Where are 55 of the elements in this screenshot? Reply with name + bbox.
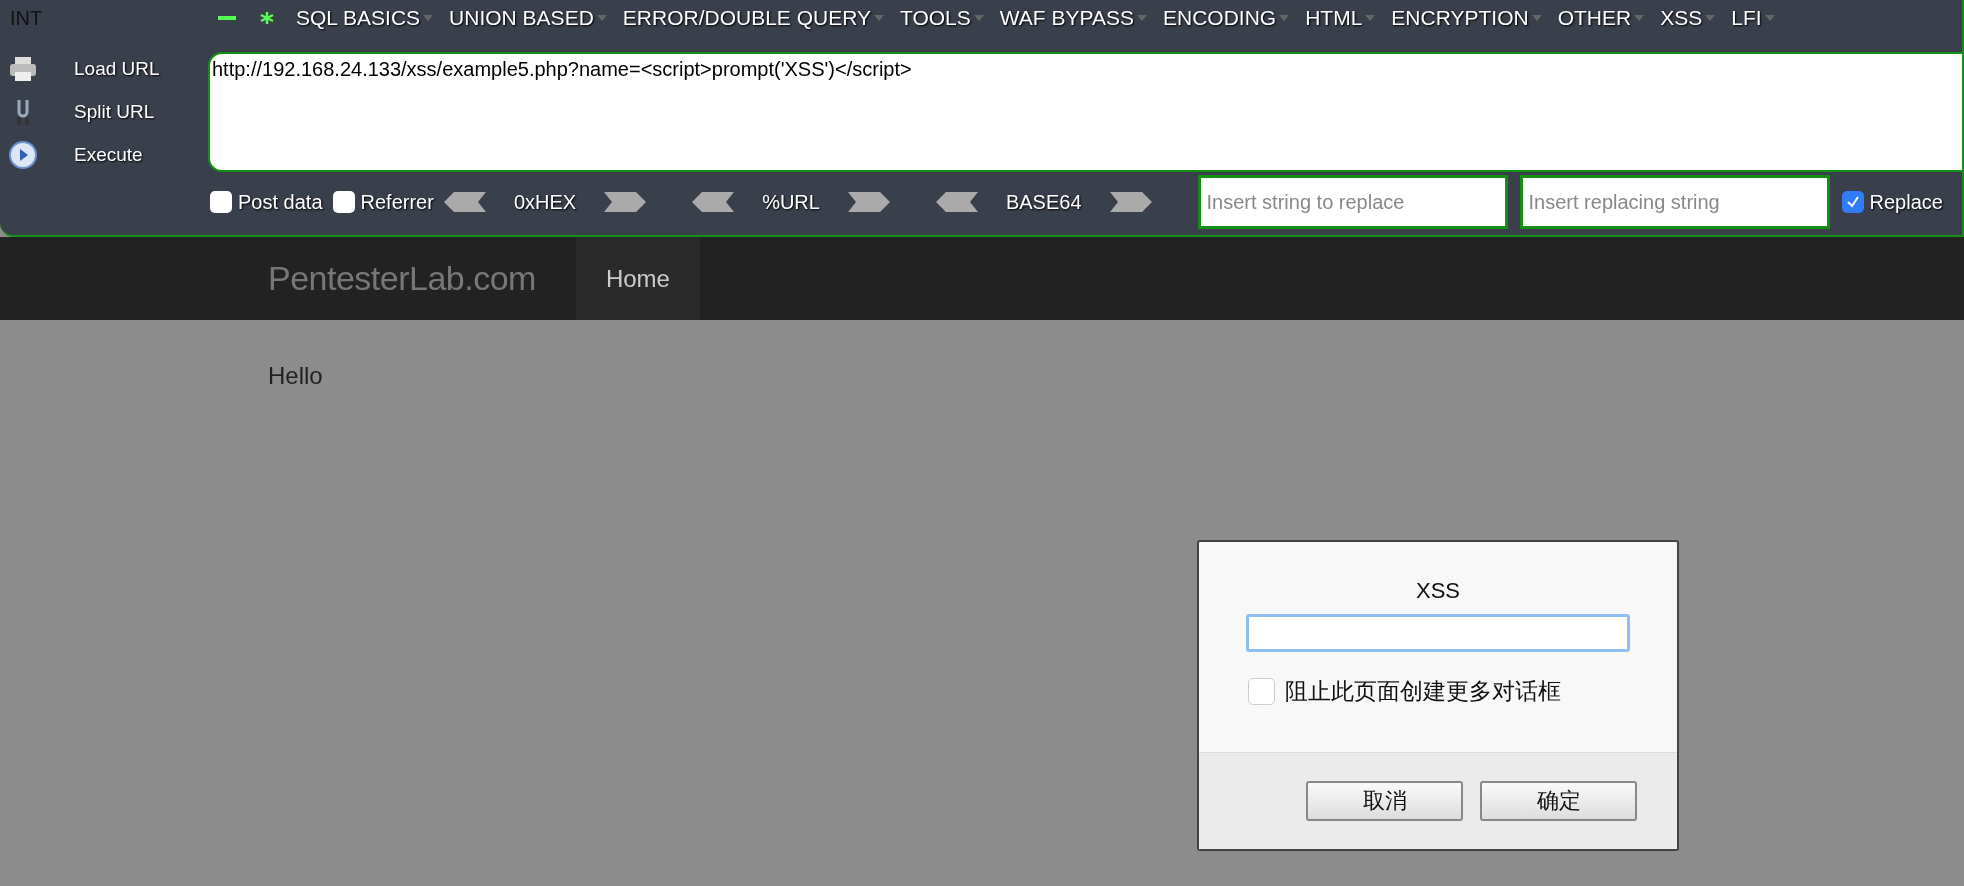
caret-icon <box>1764 14 1775 22</box>
right-arrow-button[interactable] <box>1109 192 1152 212</box>
caret-icon <box>596 14 607 22</box>
left-arrow-button[interactable] <box>692 192 735 212</box>
caret-icon <box>1137 14 1147 22</box>
caret-icon <box>1705 14 1716 22</box>
left-arrow-button[interactable] <box>443 192 486 212</box>
dialog-button[interactable]: 确定 <box>1480 781 1637 821</box>
action-button[interactable]: Load URL <box>0 52 208 87</box>
prompt-input[interactable] <box>1246 614 1630 652</box>
dialog-title: XSS <box>1416 578 1460 604</box>
checkbox[interactable] <box>332 191 355 213</box>
menu-item[interactable]: XSS <box>1660 6 1716 30</box>
checkbox-label: Replace <box>1869 190 1943 214</box>
encoder-label: %URL <box>762 190 820 214</box>
url-field[interactable]: http://192.168.24.133/xss/example5.php?name=<script>prompt('XSS')</script> <box>208 52 1962 172</box>
checkbox-label: 阻止此页面创建更多对话框 <box>1285 677 1561 706</box>
checkbox[interactable] <box>1248 678 1275 705</box>
encoder-label: BASE64 <box>1005 190 1082 214</box>
menu-item[interactable]: TOOLS <box>900 6 984 30</box>
page-text: Hello <box>268 362 324 390</box>
action-button[interactable]: Execute <box>0 137 208 172</box>
nav-tab[interactable]: Home <box>575 237 700 320</box>
menu-item[interactable]: WAF BYPASS <box>999 6 1147 30</box>
toolbar-title: INT <box>9 6 44 30</box>
left-arrow-button[interactable] <box>935 192 978 212</box>
action-button[interactable]: Split URL <box>0 94 208 130</box>
caret-icon <box>1279 14 1290 22</box>
replace-field[interactable]: Insert string to replace <box>1197 175 1508 229</box>
checkbox[interactable] <box>210 191 232 213</box>
checkbox[interactable] <box>1841 191 1864 213</box>
checkmark-icon <box>1845 195 1860 209</box>
menu-item[interactable]: ENCODING <box>1163 6 1290 30</box>
menu-item[interactable]: SQL BASICS <box>296 6 434 30</box>
right-arrow-button[interactable] <box>604 192 647 212</box>
encoder-label: 0xHEX <box>513 190 577 214</box>
dialog-button[interactable]: 取消 <box>1306 781 1463 821</box>
caret-icon <box>874 14 884 22</box>
menu-item[interactable]: OTHER <box>1557 6 1645 30</box>
menu-item[interactable]: UNION BASED <box>449 6 607 30</box>
menu-item[interactable]: HTML <box>1305 6 1376 30</box>
checkbox-label: Referrer <box>360 190 434 214</box>
menu-item[interactable]: ENCRYPTION <box>1391 6 1542 30</box>
caret-icon <box>423 14 434 22</box>
menu-item[interactable]: ERROR/DOUBLE QUERY <box>622 6 884 30</box>
replace-field[interactable]: Insert replacing string <box>1519 175 1830 229</box>
play-icon <box>8 139 38 170</box>
caret-icon <box>1531 14 1542 22</box>
site-brand[interactable]: PentesterLab.com <box>268 259 536 298</box>
caret-icon <box>973 14 984 22</box>
right-arrow-button[interactable] <box>847 192 890 212</box>
checkbox-label: Post data <box>238 190 323 214</box>
caret-icon <box>1634 14 1645 22</box>
caret-icon <box>1365 14 1376 22</box>
menu-item[interactable]: LFI <box>1731 6 1775 30</box>
